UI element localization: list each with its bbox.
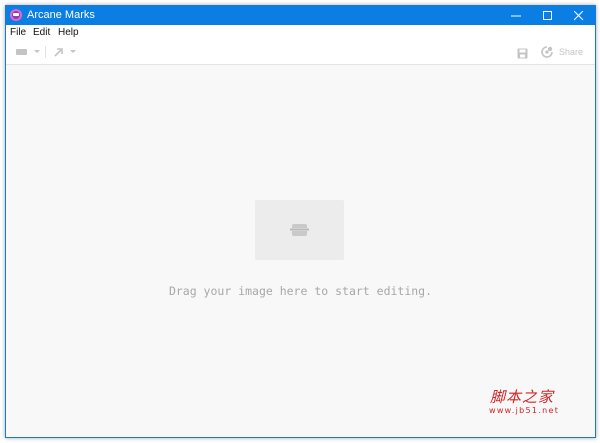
- toolbar-divider: [45, 46, 46, 58]
- image-placeholder: [255, 200, 344, 260]
- menu-file[interactable]: File: [10, 27, 26, 38]
- chevron-down-icon: [34, 50, 40, 53]
- shape-tool-dropdown[interactable]: [14, 45, 44, 59]
- save-icon[interactable]: [517, 48, 528, 59]
- watermark-url: www.jb51.net: [489, 406, 560, 415]
- app-window: Arcane Marks File Edit Help Share Drag y…: [5, 5, 596, 438]
- menu-help[interactable]: Help: [58, 27, 79, 38]
- image-placeholder-icon: [290, 224, 309, 236]
- minimize-icon: [511, 15, 521, 17]
- share-icon: [541, 46, 553, 58]
- share-label: Share: [559, 47, 584, 57]
- watermark-site-name: 脚本之家: [490, 388, 555, 406]
- close-button[interactable]: [563, 6, 595, 25]
- title-bar[interactable]: Arcane Marks: [6, 6, 595, 25]
- chevron-down-icon: [70, 50, 76, 53]
- share-button[interactable]: Share: [541, 45, 589, 59]
- canvas-drop-zone[interactable]: Drag your image here to start editing.: [6, 65, 595, 437]
- arrow-tool-dropdown[interactable]: [51, 45, 81, 59]
- maximize-icon: [543, 11, 552, 20]
- arrow-icon: [54, 48, 63, 57]
- minimize-button[interactable]: [500, 6, 532, 25]
- window-title: Arcane Marks: [27, 9, 95, 21]
- menu-edit[interactable]: Edit: [33, 27, 50, 38]
- menu-bar: File Edit Help: [6, 25, 595, 40]
- app-logo-icon: [10, 9, 22, 21]
- rectangle-icon: [16, 49, 27, 55]
- toolbar: Share: [6, 40, 595, 65]
- watermark: 脚本之家 www.jb51.net: [486, 386, 576, 418]
- empty-state-message: Drag your image here to start editing.: [168, 284, 433, 298]
- close-icon: [574, 11, 584, 21]
- maximize-button[interactable]: [532, 6, 564, 25]
